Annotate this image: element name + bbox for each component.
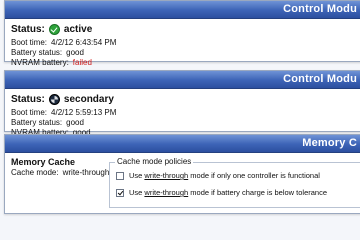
memory-cache-summary: Memory Cache Cache mode: write-through [11,157,109,178]
option-prefix: Use [129,171,145,180]
policy-single-controller-checkbox[interactable] [116,171,124,180]
status-value: secondary [63,93,114,105]
battery-status-value: good [66,48,84,57]
control-module-panel-2: Control Modu Status: secondary Boot time… [4,70,360,137]
policy-battery-tolerance-option[interactable]: Use write-through mode if battery charge… [116,188,327,197]
status-secondary-icon [48,94,60,105]
battery-status-label: Battery status: [11,118,63,127]
memory-cache-panel: Memory C Memory Cache Cache mode: write-t… [4,134,360,214]
boot-time-value: 4/2/12 5:59:13 PM [51,108,117,117]
option-suffix: mode if battery charge is below toleranc… [188,188,328,197]
battery-status-row: Battery status: good [11,48,360,58]
nvram-battery-value: failed [72,58,92,67]
control-module-panel-1: Control Modu Status: active Boot time: 4/… [4,0,360,67]
panel-header: Control Modu [5,1,360,19]
status-line: Status: secondary [11,94,360,105]
battery-status-value: good [66,118,84,127]
status-line: Status: active [11,24,360,35]
status-ok-icon [48,24,60,35]
battery-status-label: Battery status: [11,48,63,57]
option-prefix: Use [129,188,145,197]
status-label: Status: [11,23,45,35]
write-through-term: write-through [144,188,189,197]
battery-status-row: Battery status: good [11,118,360,128]
option-text: Use write-through mode if battery charge… [129,188,327,197]
boot-time-label: Boot time: [11,108,48,117]
policy-battery-tolerance-checkbox[interactable] [116,188,124,197]
option-suffix: mode if only one controller is functiona… [188,171,320,180]
boot-time-label: Boot time: [11,38,48,47]
boot-time-row: Boot time: 4/2/12 5:59:13 PM [11,108,360,118]
panel-header: Control Modu [5,71,360,89]
nvram-battery-label: NVRAM battery: [11,58,69,67]
panel-header: Memory C [5,135,360,153]
cache-mode-policies-group: Cache mode policies Use write-through mo… [109,157,360,208]
cache-mode-value: write-through [62,168,110,177]
cache-mode-label: Cache mode: [11,168,59,177]
policy-single-controller-option[interactable]: Use write-through mode if only one contr… [116,171,320,180]
boot-time-row: Boot time: 4/2/12 6:43:54 PM [11,38,360,48]
boot-time-value: 4/2/12 6:43:54 PM [51,38,117,47]
memory-cache-title: Memory Cache [11,157,76,167]
nvram-battery-row: NVRAM battery: failed [11,58,360,68]
cache-mode-policies-legend: Cache mode policies [115,157,194,166]
write-through-term: write-through [144,171,189,180]
option-text: Use write-through mode if only one contr… [129,171,320,180]
status-value: active [63,23,93,35]
status-label: Status: [11,93,45,105]
